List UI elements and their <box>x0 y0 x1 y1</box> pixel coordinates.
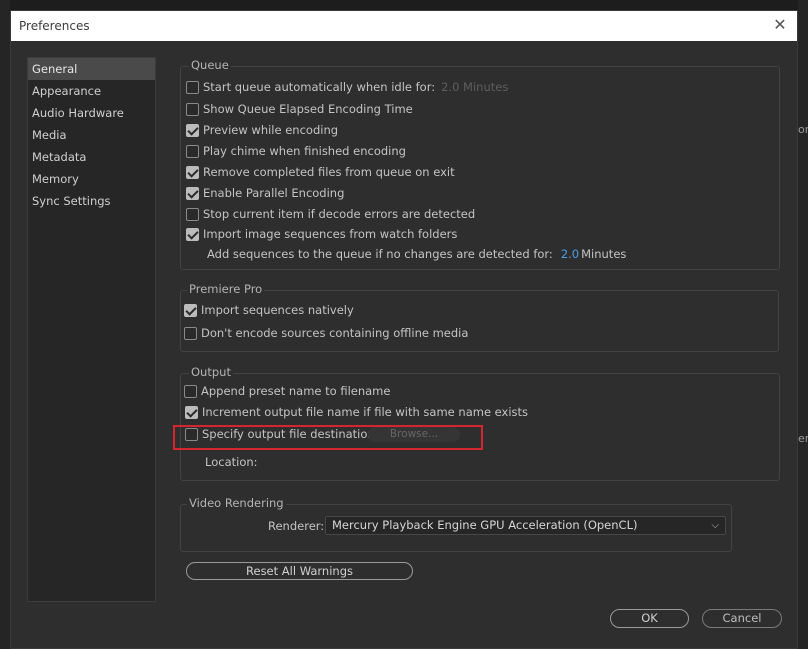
premiere-group <box>180 290 779 352</box>
queue-parallel-encoding-row[interactable]: Enable Parallel Encoding <box>186 186 344 200</box>
checkbox-label: Import sequences natively <box>201 303 354 317</box>
premiere-item-0-checkbox[interactable] <box>184 303 197 317</box>
sidebar-item-appearance[interactable]: Appearance <box>28 80 155 102</box>
increment-output-name-row[interactable]: Increment output file name if file with … <box>185 405 528 419</box>
checkbox-label: Play chime when finished encoding <box>203 144 406 158</box>
output-group-title: Output <box>189 365 233 379</box>
checkbox-label: Import image sequences from watch folder… <box>203 227 458 241</box>
premiere-item-1-checkbox[interactable] <box>184 326 197 340</box>
background-fragment-text-2: er <box>798 432 808 445</box>
highlight-annotation-box <box>173 425 483 450</box>
sidebar-item-media[interactable]: Media <box>28 124 155 146</box>
checkbox-label: Show Queue Elapsed Encoding Time <box>203 102 413 116</box>
background-app-right-edge <box>798 0 808 649</box>
queue-play-chime-row[interactable]: Play chime when finished encoding <box>186 144 406 158</box>
close-icon[interactable]: ✕ <box>771 16 789 34</box>
checkbox-label: Don't encode sources containing offline … <box>201 326 469 340</box>
chevron-down-icon: ⌵ <box>711 520 719 531</box>
renderer-select[interactable]: Mercury Playback Engine GPU Acceleration… <box>325 516 726 535</box>
checkbox-label: Stop current item if decode errors are d… <box>203 207 476 221</box>
ok-button[interactable]: OK <box>610 609 689 628</box>
queue-item-2-checkbox[interactable] <box>186 123 199 137</box>
queue-show-elapsed-row[interactable]: Show Queue Elapsed Encoding Time <box>186 102 413 116</box>
add-sequences-label: Add sequences to the queue if no changes… <box>207 247 553 261</box>
append-preset-name-row[interactable]: Append preset name to filename <box>184 384 390 398</box>
premiere-group-title: Premiere Pro <box>187 282 265 296</box>
import-sequences-natively-row[interactable]: Import sequences natively <box>184 303 354 317</box>
queue-group-title: Queue <box>189 58 231 72</box>
sidebar-item-memory[interactable]: Memory <box>28 168 155 190</box>
sidebar-item-general[interactable]: General <box>28 58 155 80</box>
checkbox-label: Append preset name to filename <box>201 384 391 398</box>
queue-remove-completed-row[interactable]: Remove completed files from queue on exi… <box>186 165 455 179</box>
background-app-left-edge <box>0 0 10 649</box>
queue-item-3-checkbox[interactable] <box>186 144 199 158</box>
location-row: Location: <box>205 455 258 469</box>
queue-preview-row[interactable]: Preview while encoding <box>186 123 338 137</box>
window-title: Preferences <box>19 19 90 33</box>
video-rendering-group-title: Video Rendering <box>187 496 286 510</box>
output-item-1-checkbox[interactable] <box>185 405 198 419</box>
category-sidebar: General Appearance Audio Hardware Media … <box>27 57 156 602</box>
queue-stop-on-errors-row[interactable]: Stop current item if decode errors are d… <box>186 207 475 221</box>
renderer-selected-value: Mercury Playback Engine GPU Acceleration… <box>332 518 638 532</box>
queue-item-5-checkbox[interactable] <box>186 186 199 200</box>
sidebar-item-sync-settings[interactable]: Sync Settings <box>28 190 155 212</box>
queue-item-4-checkbox[interactable] <box>186 165 199 179</box>
sidebar-item-audio-hardware[interactable]: Audio Hardware <box>28 102 155 124</box>
location-label: Location: <box>205 455 258 469</box>
queue-item-0-checkbox[interactable] <box>186 80 199 94</box>
queue-item-7-checkbox[interactable] <box>186 227 199 241</box>
sidebar-item-metadata[interactable]: Metadata <box>28 146 155 168</box>
queue-item-6-checkbox[interactable] <box>186 207 199 221</box>
idle-minutes-value: 2.0 Minutes <box>441 80 509 94</box>
checkbox-label: Remove completed files from queue on exi… <box>203 165 455 179</box>
queue-import-image-sequences-row[interactable]: Import image sequences from watch folder… <box>186 227 457 241</box>
queue-item-1-checkbox[interactable] <box>186 102 199 116</box>
cancel-button[interactable]: Cancel <box>702 609 782 628</box>
title-bar: Preferences ✕ <box>11 11 797 41</box>
output-item-0-checkbox[interactable] <box>184 384 197 398</box>
add-sequences-unit: Minutes <box>581 247 627 261</box>
dont-encode-offline-row[interactable]: Don't encode sources containing offline … <box>184 326 468 340</box>
background-fragment-text: or <box>798 123 808 136</box>
add-sequences-row: Add sequences to the queue if no changes… <box>207 247 626 261</box>
checkbox-label: Start queue automatically when idle for: <box>203 80 436 94</box>
queue-start-automatically-row[interactable]: Start queue automatically when idle for:… <box>186 80 508 94</box>
checkbox-label: Preview while encoding <box>203 123 339 137</box>
reset-all-warnings-button[interactable]: Reset All Warnings <box>186 562 413 580</box>
renderer-label: Renderer: <box>268 519 325 533</box>
add-sequences-value[interactable]: 2.0 <box>561 247 579 261</box>
checkbox-label: Increment output file name if file with … <box>202 405 529 419</box>
checkbox-label: Enable Parallel Encoding <box>203 186 345 200</box>
